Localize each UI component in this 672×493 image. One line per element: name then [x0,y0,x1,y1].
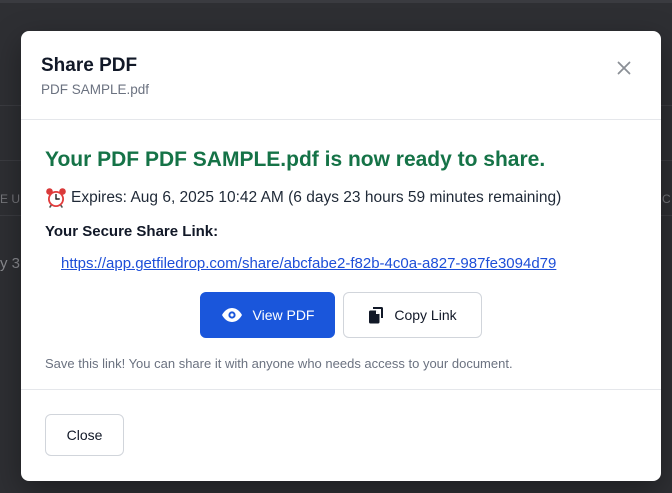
background-column-header: E U [0,192,21,206]
dialog-header: Share PDF PDF SAMPLE.pdf [21,31,661,120]
copy-link-button[interactable]: Copy Link [343,292,482,338]
copy-link-label: Copy Link [394,307,457,323]
view-pdf-button[interactable]: View PDF [200,292,335,338]
eye-icon [221,307,243,323]
background-table-cell: y 3 [0,255,21,272]
ready-message: Your PDF PDF SAMPLE.pdf is now ready to … [45,148,546,171]
expiry-text: Expires: Aug 6, 2025 10:42 AM (6 days 23… [71,189,562,206]
dialog-title: Share PDF [41,55,138,76]
share-link-label: Your Secure Share Link: [45,223,219,240]
close-icon[interactable] [613,57,635,79]
background-top-bar [0,0,672,3]
share-pdf-dialog: Share PDF PDF SAMPLE.pdf Your PDF PDF SA… [21,31,661,481]
share-link[interactable]: https://app.getfiledrop.com/share/abcfab… [61,255,556,272]
dialog-footer: Close [21,390,661,480]
close-button[interactable]: Close [45,414,124,456]
help-text: Save this link! You can share it with an… [45,356,513,371]
copy-icon [368,306,384,324]
background-column-header: C [662,192,671,206]
expiry-info: Expires: Aug 6, 2025 10:42 AM (6 days 23… [45,187,561,209]
view-pdf-label: View PDF [252,307,315,323]
action-buttons: View PDF Copy Link [200,292,482,338]
alarm-clock-icon [45,187,67,209]
dialog-body: Your PDF PDF SAMPLE.pdf is now ready to … [21,120,661,390]
dialog-subtitle: PDF SAMPLE.pdf [41,82,150,97]
